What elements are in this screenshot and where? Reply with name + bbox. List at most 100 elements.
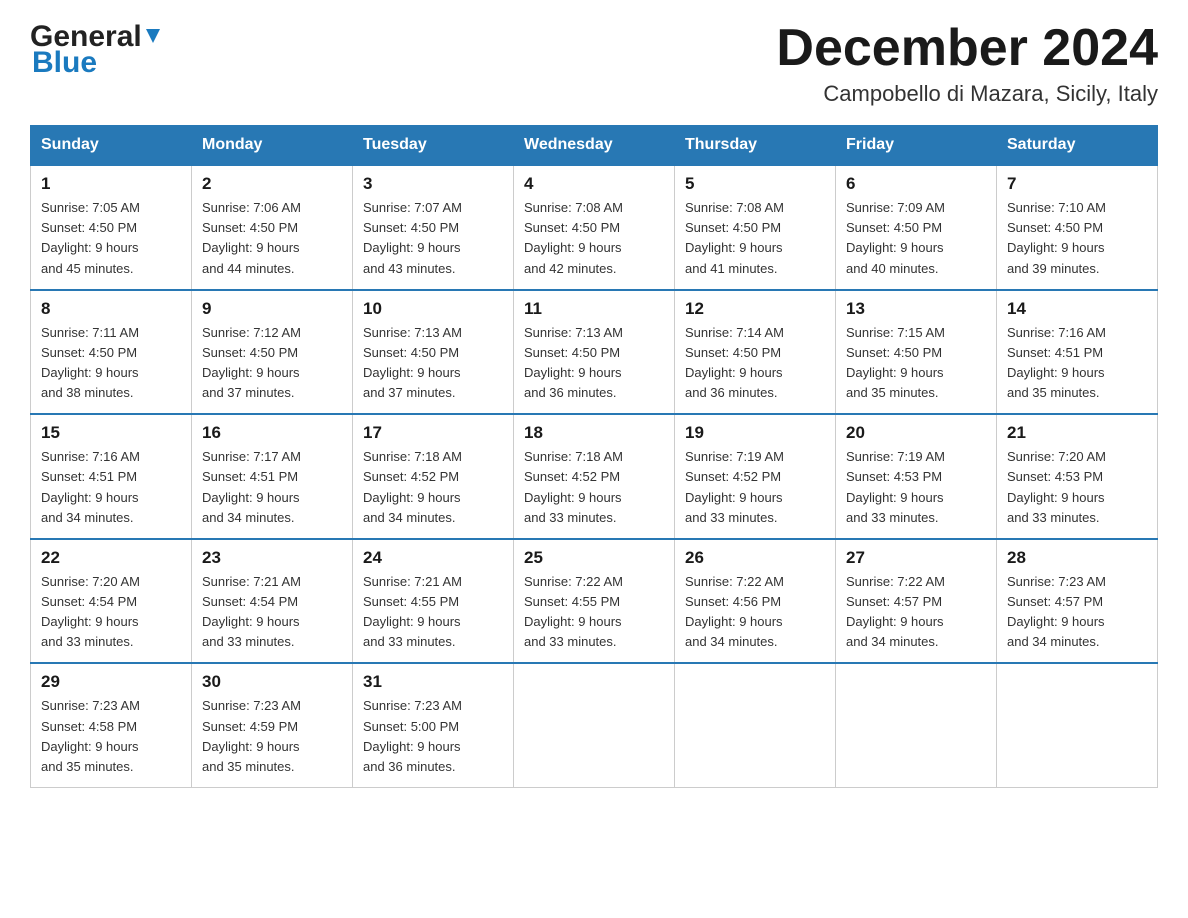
calendar-day-cell: 17Sunrise: 7:18 AMSunset: 4:52 PMDayligh… [353,414,514,539]
day-number: 23 [202,548,342,568]
calendar-day-cell: 1 Sunrise: 7:05 AMSunset: 4:50 PMDaylight… [31,165,192,290]
calendar-header-row: SundayMondayTuesdayWednesdayThursdayFrid… [31,126,1158,166]
day-info: Sunrise: 7:21 AMSunset: 4:54 PMDaylight:… [202,572,342,653]
day-number: 6 [846,174,986,194]
day-info: Sunrise: 7:23 AMSunset: 4:59 PMDaylight:… [202,696,342,777]
calendar-day-cell: 15 Sunrise: 7:16 AMSunset: 4:51 PMDayligh… [31,414,192,539]
day-header-monday: Monday [192,126,353,166]
day-info: Sunrise: 7:10 AMSunset: 4:50 PMDaylight:… [1007,198,1147,279]
day-number: 5 [685,174,825,194]
day-info: Sunrise: 7:06 AMSunset: 4:50 PMDaylight:… [202,198,342,279]
day-info: Sunrise: 7:08 AMSunset: 4:50 PMDaylight:… [685,198,825,279]
day-info: Sunrise: 7:16 AMSunset: 4:51 PMDaylight:… [1007,323,1147,404]
empty-cell [836,663,997,787]
day-number: 21 [1007,423,1147,443]
calendar-week-row: 8Sunrise: 7:11 AMSunset: 4:50 PMDaylight… [31,290,1158,415]
calendar-day-cell: 21 Sunrise: 7:20 AMSunset: 4:53 PMDayligh… [997,414,1158,539]
calendar-day-cell: 12Sunrise: 7:14 AMSunset: 4:50 PMDayligh… [675,290,836,415]
day-number: 9 [202,299,342,319]
page-header: General Blue December 2024 Campobello di… [30,20,1158,107]
day-number: 25 [524,548,664,568]
calendar-day-cell: 27 Sunrise: 7:22 AMSunset: 4:57 PMDayligh… [836,539,997,664]
logo-blue-text: Blue [32,46,97,80]
day-number: 29 [41,672,181,692]
day-number: 15 [41,423,181,443]
calendar-table: SundayMondayTuesdayWednesdayThursdayFrid… [30,125,1158,788]
day-info: Sunrise: 7:18 AMSunset: 4:52 PMDaylight:… [524,447,664,528]
title-block: December 2024 Campobello di Mazara, Sici… [776,20,1158,107]
day-number: 31 [363,672,503,692]
day-info: Sunrise: 7:19 AMSunset: 4:53 PMDaylight:… [846,447,986,528]
calendar-day-cell: 31 Sunrise: 7:23 AMSunset: 5:00 PMDayligh… [353,663,514,787]
calendar-day-cell: 9Sunrise: 7:12 AMSunset: 4:50 PMDaylight… [192,290,353,415]
day-info: Sunrise: 7:13 AMSunset: 4:50 PMDaylight:… [363,323,503,404]
day-number: 22 [41,548,181,568]
calendar-day-cell: 14Sunrise: 7:16 AMSunset: 4:51 PMDayligh… [997,290,1158,415]
day-number: 8 [41,299,181,319]
day-info: Sunrise: 7:20 AMSunset: 4:53 PMDaylight:… [1007,447,1147,528]
empty-cell [997,663,1158,787]
calendar-day-cell: 22Sunrise: 7:20 AMSunset: 4:54 PMDayligh… [31,539,192,664]
location-title: Campobello di Mazara, Sicily, Italy [776,81,1158,107]
day-info: Sunrise: 7:05 AMSunset: 4:50 PMDaylight:… [41,198,181,279]
day-info: Sunrise: 7:19 AMSunset: 4:52 PMDaylight:… [685,447,825,528]
empty-cell [675,663,836,787]
day-header-thursday: Thursday [675,126,836,166]
day-number: 3 [363,174,503,194]
day-info: Sunrise: 7:15 AMSunset: 4:50 PMDaylight:… [846,323,986,404]
day-number: 27 [846,548,986,568]
day-header-saturday: Saturday [997,126,1158,166]
calendar-day-cell: 10Sunrise: 7:13 AMSunset: 4:50 PMDayligh… [353,290,514,415]
calendar-week-row: 29 Sunrise: 7:23 AMSunset: 4:58 PMDayligh… [31,663,1158,787]
day-info: Sunrise: 7:07 AMSunset: 4:50 PMDaylight:… [363,198,503,279]
day-number: 11 [524,299,664,319]
day-header-wednesday: Wednesday [514,126,675,166]
day-number: 13 [846,299,986,319]
calendar-week-row: 22Sunrise: 7:20 AMSunset: 4:54 PMDayligh… [31,539,1158,664]
calendar-day-cell: 28Sunrise: 7:23 AMSunset: 4:57 PMDayligh… [997,539,1158,664]
calendar-day-cell: 18Sunrise: 7:18 AMSunset: 4:52 PMDayligh… [514,414,675,539]
day-info: Sunrise: 7:08 AMSunset: 4:50 PMDaylight:… [524,198,664,279]
calendar-day-cell: 13 Sunrise: 7:15 AMSunset: 4:50 PMDayligh… [836,290,997,415]
day-header-friday: Friday [836,126,997,166]
day-number: 1 [41,174,181,194]
day-info: Sunrise: 7:22 AMSunset: 4:55 PMDaylight:… [524,572,664,653]
day-info: Sunrise: 7:23 AMSunset: 5:00 PMDaylight:… [363,696,503,777]
calendar-day-cell: 7 Sunrise: 7:10 AMSunset: 4:50 PMDaylight… [997,165,1158,290]
day-info: Sunrise: 7:09 AMSunset: 4:50 PMDaylight:… [846,198,986,279]
day-header-sunday: Sunday [31,126,192,166]
calendar-day-cell: 6 Sunrise: 7:09 AMSunset: 4:50 PMDaylight… [836,165,997,290]
day-number: 17 [363,423,503,443]
day-header-tuesday: Tuesday [353,126,514,166]
calendar-day-cell: 3 Sunrise: 7:07 AMSunset: 4:50 PMDaylight… [353,165,514,290]
day-number: 16 [202,423,342,443]
logo: General Blue [30,20,164,80]
logo-triangle-icon [142,25,164,47]
calendar-week-row: 15 Sunrise: 7:16 AMSunset: 4:51 PMDayligh… [31,414,1158,539]
day-info: Sunrise: 7:13 AMSunset: 4:50 PMDaylight:… [524,323,664,404]
calendar-day-cell: 19 Sunrise: 7:19 AMSunset: 4:52 PMDayligh… [675,414,836,539]
day-number: 30 [202,672,342,692]
calendar-day-cell: 24Sunrise: 7:21 AMSunset: 4:55 PMDayligh… [353,539,514,664]
empty-cell [514,663,675,787]
calendar-day-cell: 20 Sunrise: 7:19 AMSunset: 4:53 PMDayligh… [836,414,997,539]
day-number: 12 [685,299,825,319]
month-title: December 2024 [776,20,1158,77]
day-info: Sunrise: 7:23 AMSunset: 4:58 PMDaylight:… [41,696,181,777]
day-number: 19 [685,423,825,443]
day-number: 26 [685,548,825,568]
calendar-day-cell: 8Sunrise: 7:11 AMSunset: 4:50 PMDaylight… [31,290,192,415]
calendar-day-cell: 29 Sunrise: 7:23 AMSunset: 4:58 PMDayligh… [31,663,192,787]
day-info: Sunrise: 7:22 AMSunset: 4:57 PMDaylight:… [846,572,986,653]
calendar-day-cell: 11 Sunrise: 7:13 AMSunset: 4:50 PMDayligh… [514,290,675,415]
day-info: Sunrise: 7:22 AMSunset: 4:56 PMDaylight:… [685,572,825,653]
calendar-day-cell: 26 Sunrise: 7:22 AMSunset: 4:56 PMDayligh… [675,539,836,664]
day-info: Sunrise: 7:21 AMSunset: 4:55 PMDaylight:… [363,572,503,653]
calendar-day-cell: 4Sunrise: 7:08 AMSunset: 4:50 PMDaylight… [514,165,675,290]
calendar-day-cell: 5 Sunrise: 7:08 AMSunset: 4:50 PMDaylight… [675,165,836,290]
day-info: Sunrise: 7:16 AMSunset: 4:51 PMDaylight:… [41,447,181,528]
day-number: 20 [846,423,986,443]
calendar-day-cell: 30 Sunrise: 7:23 AMSunset: 4:59 PMDayligh… [192,663,353,787]
day-number: 7 [1007,174,1147,194]
calendar-week-row: 1 Sunrise: 7:05 AMSunset: 4:50 PMDaylight… [31,165,1158,290]
